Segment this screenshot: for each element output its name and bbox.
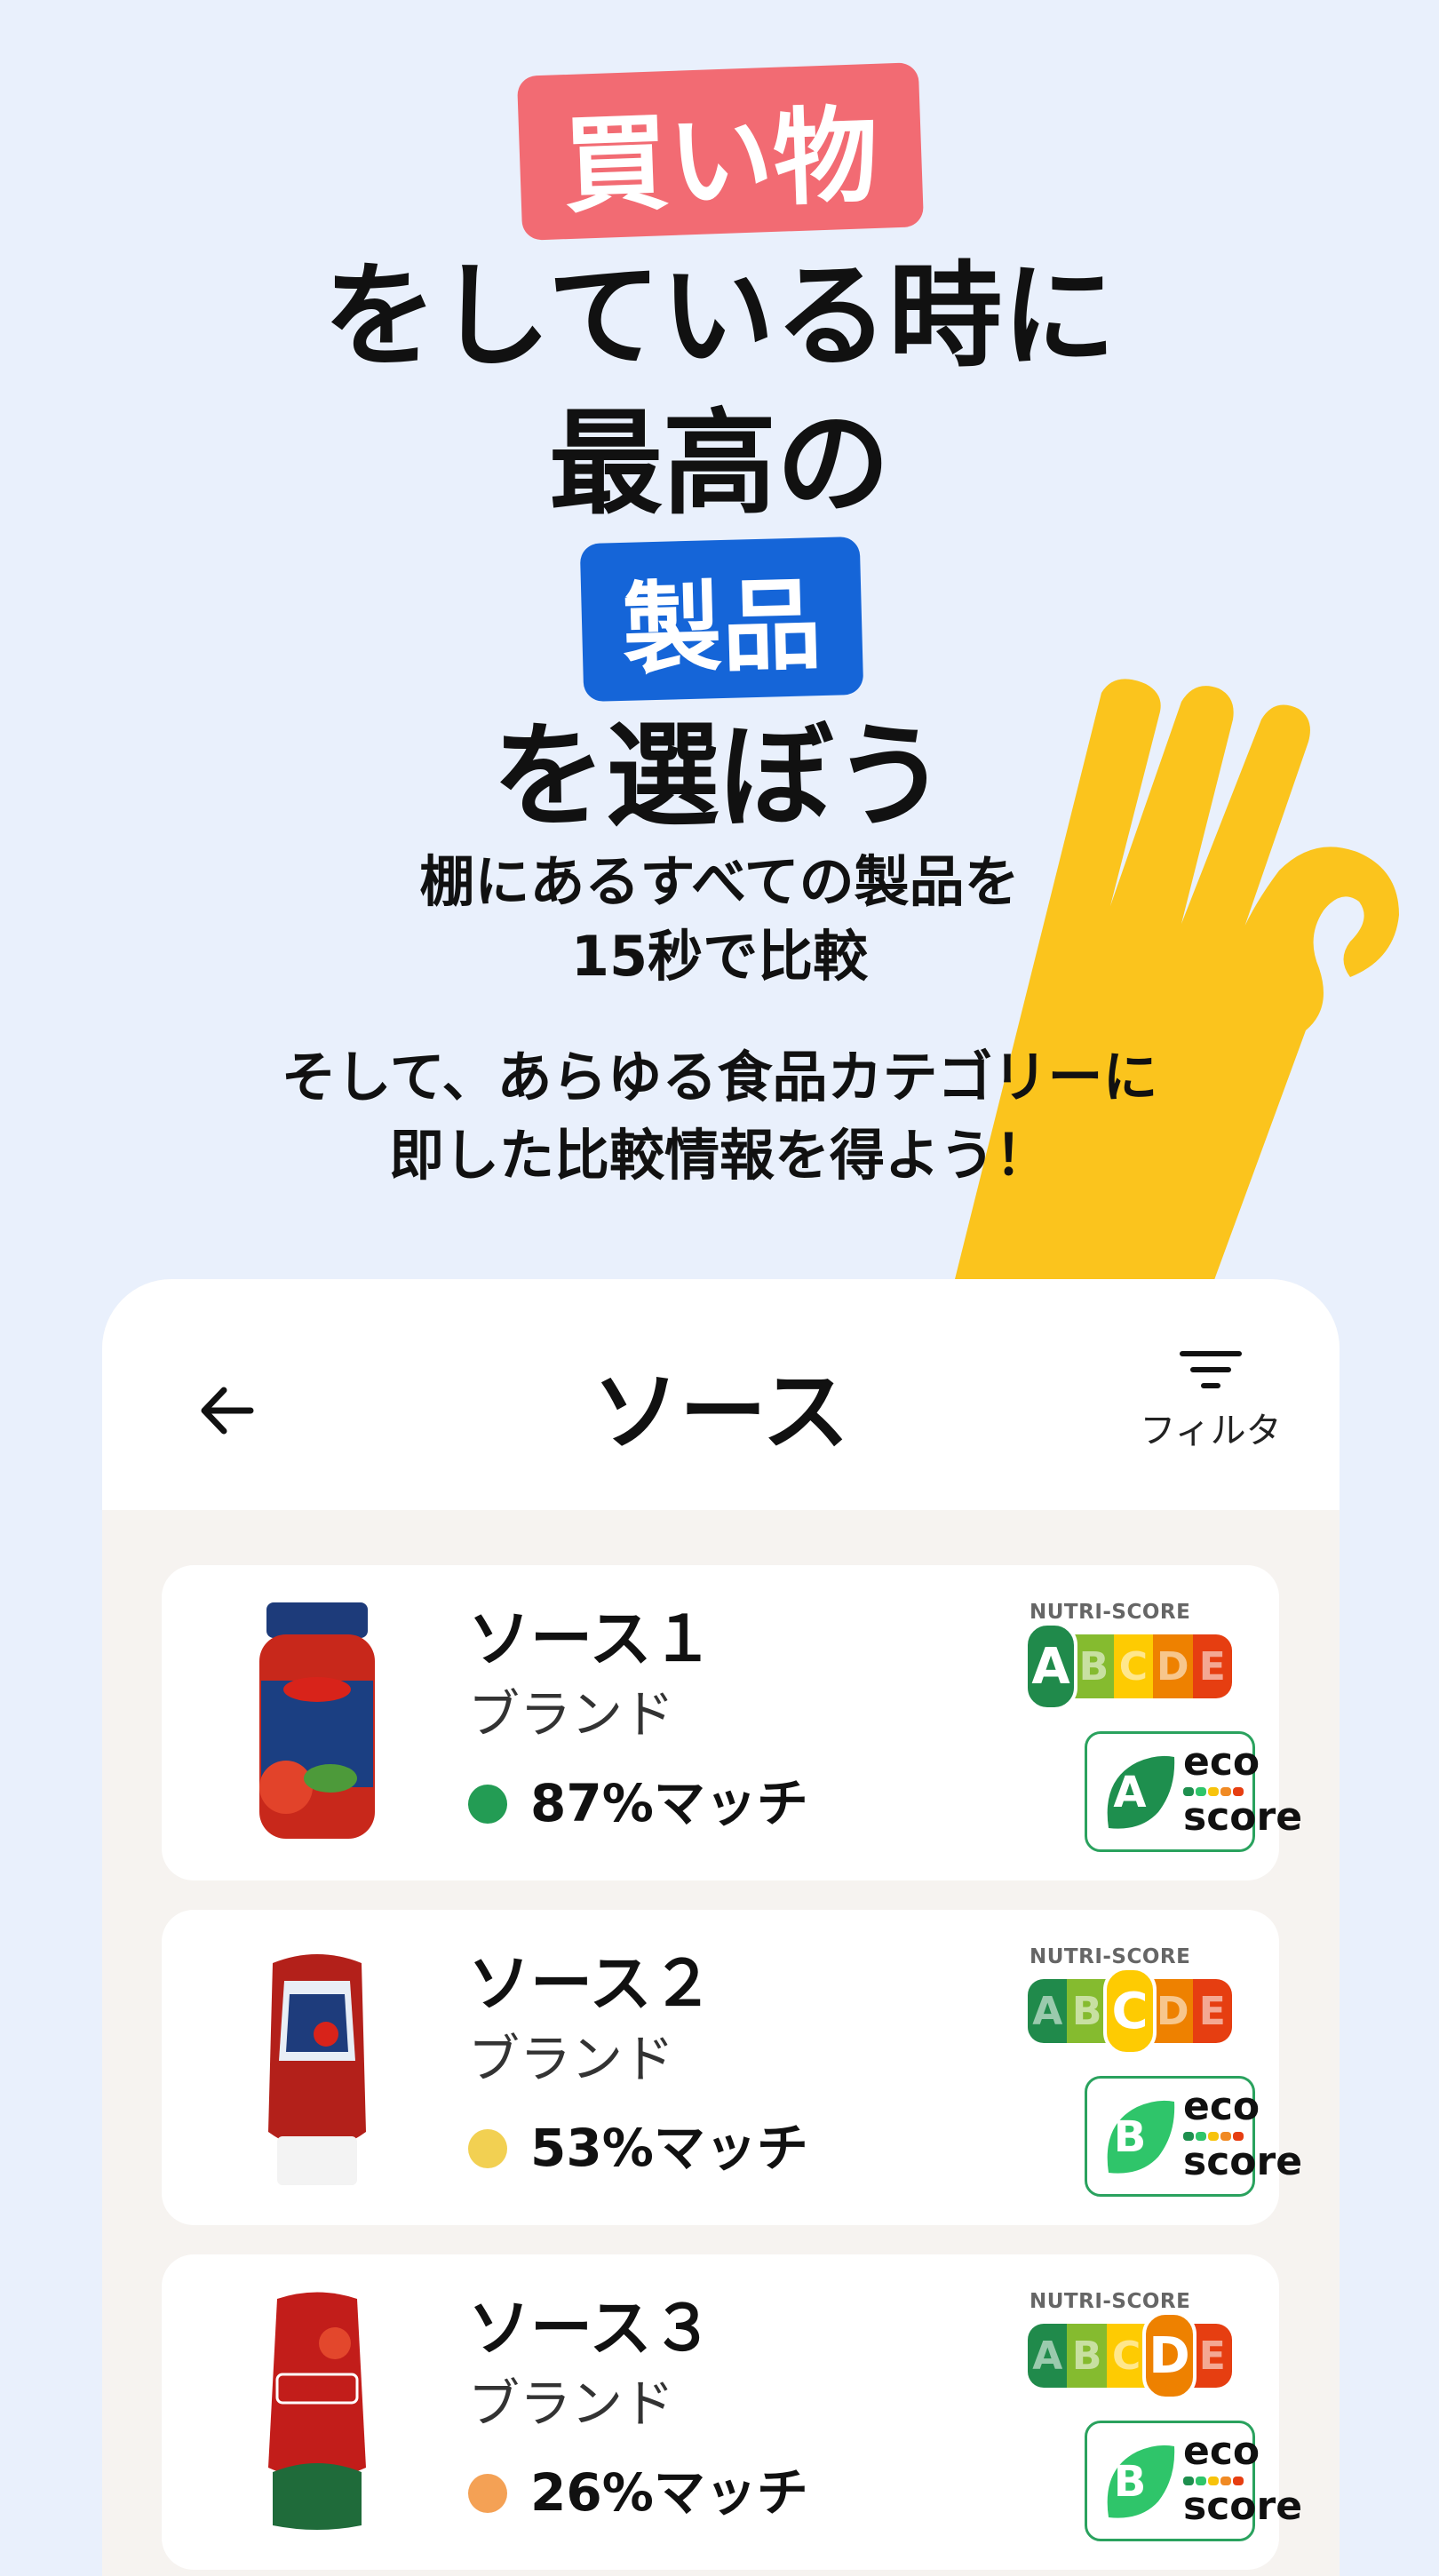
- product-name: ソース１: [468, 1602, 714, 1675]
- nutri-grade-d: D: [1142, 2311, 1197, 2400]
- match-percentage: 53%マッチ: [530, 2118, 808, 2178]
- nutri-grade-c: C: [1113, 1634, 1154, 1698]
- hero-subtitle-2: 15秒で比較: [570, 924, 869, 989]
- product-brand: ブランド: [468, 1684, 675, 1745]
- nutri-score-badge: NUTRI-SCORE ABCDE: [1028, 2290, 1232, 2400]
- nutri-grade-c: C: [1102, 1967, 1157, 2055]
- product-card[interactable]: ソース１ ブランド 87%マッチ NUTRI-SCORE ABCDE A eco…: [162, 1565, 1302, 1880]
- hero-subtitle-4: 即した比較情報を得よう！: [388, 1123, 1050, 1188]
- eco-word: eco: [1183, 2429, 1260, 2474]
- product-brand: ブランド: [468, 2029, 675, 2089]
- eco-word: eco: [1183, 2084, 1260, 2129]
- sauce-jar-image: [259, 1602, 375, 1839]
- app-screen: ソース フィルタ ソース１ ブランド 87%マッチ NUTRI-SCORE AB…: [102, 1279, 1340, 2576]
- eco-score-badge: B eco score: [1085, 2076, 1302, 2197]
- eco-score-grade: B: [1113, 2457, 1147, 2507]
- product-name: ソース２: [468, 1947, 714, 2020]
- hero-line-2: 最高の: [548, 398, 890, 530]
- nutri-score-scale: ABCDE: [1028, 2311, 1232, 2400]
- nutri-grade-b: B: [1067, 1979, 1107, 2043]
- nutri-score-label: NUTRI-SCORE: [1030, 1601, 1191, 1624]
- nutri-score-label: NUTRI-SCORE: [1030, 1945, 1191, 1968]
- match-indicator-dot: [468, 2129, 507, 2168]
- hero-subtitle-1: 棚にあるすべての製品を: [419, 849, 1020, 914]
- score-word: score: [1183, 2484, 1303, 2529]
- hero-subtitle-3: そして、あらゆる食品カテゴリーに: [281, 1045, 1158, 1109]
- nutri-score-badge: NUTRI-SCORE ABCDE: [1024, 1601, 1232, 1711]
- nutri-score-label: NUTRI-SCORE: [1030, 2290, 1191, 2313]
- score-word: score: [1183, 1794, 1303, 1840]
- product-name: ソース３: [468, 2292, 714, 2365]
- nutri-score-scale: ABCDE: [1028, 1967, 1232, 2055]
- hero-line-1: をしている時に: [322, 250, 1117, 383]
- eco-word: eco: [1183, 1739, 1260, 1785]
- match-percentage: 26%マッチ: [530, 2462, 808, 2523]
- nutri-grade-b: B: [1067, 2324, 1107, 2388]
- nutri-grade-a: A: [1028, 2324, 1068, 2388]
- hero-tag-shopping: 買い物: [516, 62, 925, 241]
- filter-button[interactable]: フィルタ: [1131, 1348, 1291, 1464]
- eco-score-badge: A eco score: [1085, 1731, 1302, 1852]
- hero-tag-product: 製品: [579, 536, 864, 703]
- filter-icon: [1180, 1351, 1242, 1388]
- nutri-grade-a: A: [1028, 1979, 1068, 2043]
- nutri-grade-a: A: [1024, 1622, 1078, 1711]
- eco-score-grade: B: [1113, 2112, 1147, 2162]
- match-percentage: 87%マッチ: [530, 1773, 808, 1833]
- nutri-grade-e: E: [1192, 2324, 1232, 2388]
- score-word: score: [1183, 2139, 1303, 2184]
- product-card[interactable]: ソース３ ブランド 26%マッチ NUTRI-SCORE ABCDE B eco…: [162, 2254, 1302, 2570]
- nutri-score-scale: ABCDE: [1024, 1622, 1232, 1711]
- ketchup-bottle-image: [268, 1954, 366, 2185]
- nutri-grade-e: E: [1192, 1979, 1232, 2043]
- nutri-grade-c: C: [1106, 2324, 1147, 2388]
- eco-score-badge: B eco score: [1085, 2421, 1302, 2541]
- ketchup-bottle-image: [268, 2292, 366, 2530]
- product-card[interactable]: ソース２ ブランド 53%マッチ NUTRI-SCORE ABCDE B eco…: [162, 1910, 1302, 2225]
- hero-line-3: を選ぼう: [491, 711, 947, 843]
- nutri-grade-d: D: [1153, 1634, 1193, 1698]
- match-indicator-dot: [468, 1785, 507, 1824]
- app-header: ソース フィルタ: [102, 1279, 1340, 1510]
- filter-label: フィルタ: [1140, 1411, 1282, 1451]
- nutri-grade-b: B: [1074, 1634, 1114, 1698]
- nutri-grade-d: D: [1153, 1979, 1193, 2043]
- nutri-score-badge: NUTRI-SCORE ABCDE: [1028, 1945, 1232, 2055]
- product-brand: ブランド: [468, 2373, 675, 2434]
- match-indicator-dot: [468, 2474, 507, 2513]
- nutri-grade-e: E: [1192, 1634, 1232, 1698]
- eco-score-grade: A: [1113, 1768, 1147, 1817]
